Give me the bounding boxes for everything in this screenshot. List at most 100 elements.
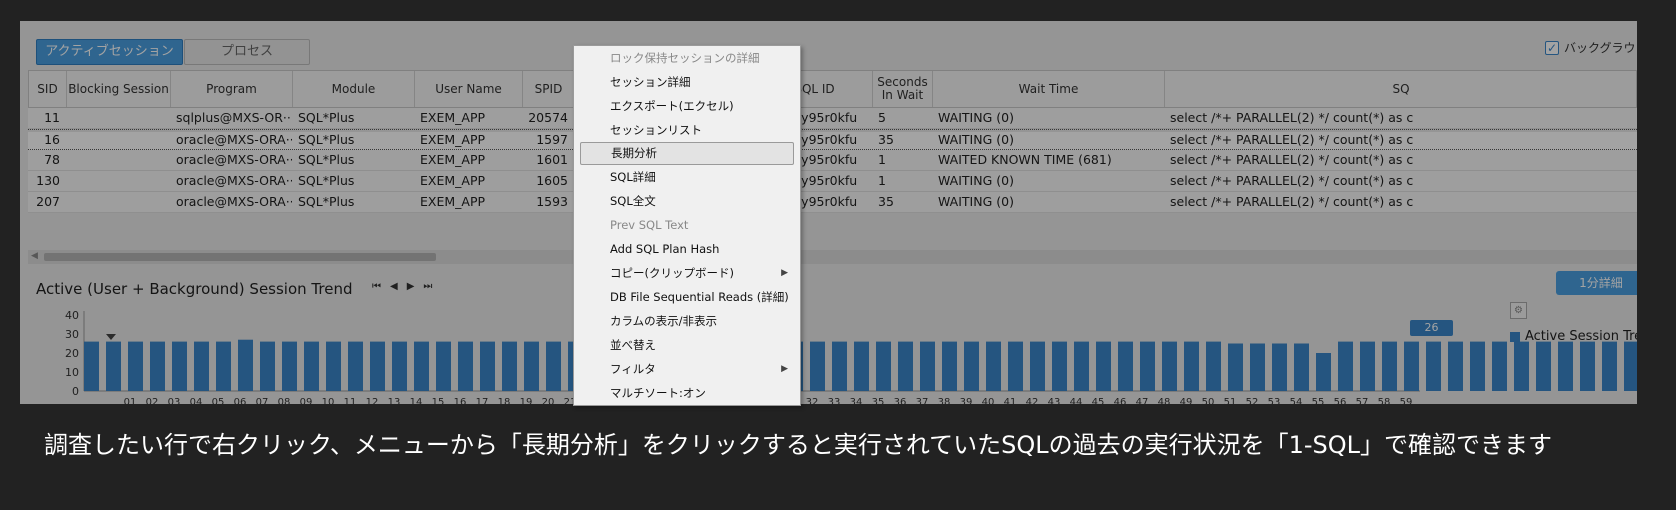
- tab-process[interactable]: プロセス: [184, 39, 310, 65]
- chart-bar: [986, 341, 1001, 391]
- context-menu-item[interactable]: DB File Sequential Reads (詳細): [574, 285, 800, 309]
- context-menu-item[interactable]: SQL詳細: [574, 165, 800, 189]
- table-cell: 16: [44, 132, 60, 147]
- x-tick-label: 08: [278, 397, 291, 404]
- chart-bar: [260, 341, 275, 391]
- table-row[interactable]: 11 sqlplus@MXS-OR··· SQL*Plus EXEM_APP 20574…: [28, 108, 1637, 129]
- chart-bar: [1162, 341, 1177, 391]
- context-menu-item[interactable]: フィルタ ▶: [574, 357, 800, 381]
- context-menu-item[interactable]: セッション詳細: [574, 70, 800, 94]
- column-header[interactable]: SID: [29, 71, 67, 107]
- x-tick-label: 57: [1356, 397, 1369, 404]
- x-tick-label: 19: [520, 397, 533, 404]
- menu-item-label: Prev SQL Text: [610, 218, 689, 232]
- chart-bar: [1514, 341, 1529, 391]
- context-menu-item[interactable]: Add SQL Plan Hash: [574, 237, 800, 261]
- context-menu-item[interactable]: セッションリスト: [574, 118, 800, 142]
- x-tick-label: 35: [872, 397, 885, 404]
- table-cell: select /*+ PARALLEL(2) */ count(*) as c: [1170, 194, 1414, 209]
- x-tick-label: 33: [828, 397, 841, 404]
- menu-item-label: SQL詳細: [610, 170, 656, 184]
- x-tick-label: 41: [1004, 397, 1017, 404]
- menu-item-label: 長期分析: [611, 146, 657, 160]
- table-cell: EXEM_APP: [420, 110, 486, 125]
- chart-bar: [810, 341, 825, 391]
- x-tick-label: 13: [388, 397, 401, 404]
- column-header[interactable]: Blocking Session: [67, 71, 171, 107]
- chart-bar: [392, 341, 407, 391]
- chart-bar: [1360, 341, 1375, 391]
- column-header[interactable]: SPID: [523, 71, 575, 107]
- table-cell: WAITING (0): [938, 110, 1014, 125]
- x-tick-label: 43: [1048, 397, 1061, 404]
- x-tick-label: 14: [410, 397, 423, 404]
- chart-bar: [238, 339, 253, 391]
- background-checkbox-group[interactable]: ✓ バックグラウンド: [1545, 39, 1637, 56]
- context-menu-item[interactable]: SQL全文: [574, 189, 800, 213]
- column-header[interactable]: SQ: [1165, 71, 1637, 107]
- context-menu-item[interactable]: マルチソート:オン: [574, 381, 800, 405]
- chart-bar: [920, 341, 935, 391]
- y-tick-label: 10: [65, 366, 79, 379]
- chart-tooltip: 26: [1410, 320, 1453, 336]
- threshold-marker-icon: [106, 334, 116, 340]
- column-header[interactable]: User Name: [415, 71, 523, 107]
- x-tick-label: 15: [432, 397, 445, 404]
- table-row[interactable]: 207 oracle@MXS-ORA··· SQL*Plus EXEM_APP 1593…: [28, 192, 1637, 213]
- session-grid: SID Blocking Session Program Module User Nam…: [28, 70, 1637, 213]
- x-tick-label: 17: [476, 397, 489, 404]
- table-row[interactable]: 130 oracle@MXS-ORA··· SQL*Plus EXEM_APP 1605…: [28, 171, 1637, 192]
- x-tick-label: 02: [146, 397, 159, 404]
- context-menu-item[interactable]: エクスポート(エクセル): [574, 94, 800, 118]
- table-cell: 20574: [528, 110, 568, 125]
- table-row[interactable]: 78oracle@MXS-ORA···SQL*PlusEXEM_APP1601h…: [28, 150, 1637, 171]
- chart-bar: [128, 341, 143, 391]
- chart-bar: [1382, 341, 1397, 391]
- column-header[interactable]: Seconds In Wait: [873, 71, 933, 107]
- context-menu-item[interactable]: 長期分析: [580, 142, 794, 165]
- app-screenshot: アクティブセッション プロセス ✓ バックグラウンド SIDBlocking S…: [20, 21, 1637, 404]
- chart-bar: [502, 341, 517, 391]
- context-menu-item[interactable]: 並べ替え: [574, 333, 800, 357]
- horizontal-scrollbar[interactable]: ◀: [28, 250, 1637, 264]
- y-tick-label: 30: [65, 328, 79, 341]
- chart-bar: [1008, 341, 1023, 391]
- column-header[interactable]: Module: [293, 71, 415, 107]
- context-menu: ロック保持セッションの詳細セッション詳細 エクスポート(エクセル) セッションリスト…: [573, 45, 801, 406]
- table-cell: 1593: [536, 194, 568, 209]
- table-cell: 1597: [536, 132, 568, 147]
- table-cell: oracle@MXS-ORA···: [176, 194, 292, 209]
- column-header[interactable]: Wait Time: [933, 71, 1165, 107]
- context-menu-item[interactable]: カラムの表示/非表示: [574, 309, 800, 333]
- x-tick-label: 42: [1026, 397, 1039, 404]
- chart-bar: [1096, 341, 1111, 391]
- table-row[interactable]: 16oracle@MXS-ORA···SQL*PlusEXEM_APP1597T…: [28, 129, 1637, 150]
- scroll-left-icon[interactable]: ◀: [31, 251, 38, 261]
- caption: 調査したい行で右クリック、メニューから「長期分析」をクリックすると実行されていた…: [44, 431, 1553, 459]
- x-tick-label: 38: [938, 397, 951, 404]
- chart-bar: [84, 341, 99, 391]
- chart-bar: [1316, 353, 1331, 391]
- x-tick-label: 03: [168, 397, 181, 404]
- y-tick-label: 20: [65, 347, 79, 360]
- scrollbar-thumb[interactable]: [44, 253, 436, 261]
- table-cell: [66, 130, 170, 149]
- x-tick-label: 12: [366, 397, 379, 404]
- x-tick-label: 32: [806, 397, 819, 404]
- column-header[interactable]: Program: [171, 71, 293, 107]
- menu-item-label: ロック保持セッションの詳細: [610, 51, 760, 65]
- tab-active-sessions[interactable]: アクティブセッション: [36, 39, 183, 65]
- x-tick-label: 51: [1224, 397, 1237, 404]
- background-checkbox[interactable]: ✓: [1545, 40, 1559, 55]
- chart-bar: [414, 341, 429, 391]
- chart-bar: [1624, 341, 1637, 391]
- table-cell: SQL*Plus: [298, 194, 355, 209]
- chart-bar: [546, 341, 561, 391]
- context-menu-item[interactable]: コピー(クリップボード) ▶: [574, 261, 800, 285]
- x-tick-label: 47: [1136, 397, 1149, 404]
- table-cell: 207: [36, 194, 60, 209]
- grid-body: 11 sqlplus@MXS-OR··· SQL*Plus EXEM_APP 20574…: [28, 108, 1637, 213]
- table-cell: select /*+ PARALLEL(2) */ count(*) as c: [1170, 132, 1414, 147]
- table-cell: sqlplus@MXS-OR···: [176, 110, 292, 125]
- table-cell: 11: [44, 110, 60, 125]
